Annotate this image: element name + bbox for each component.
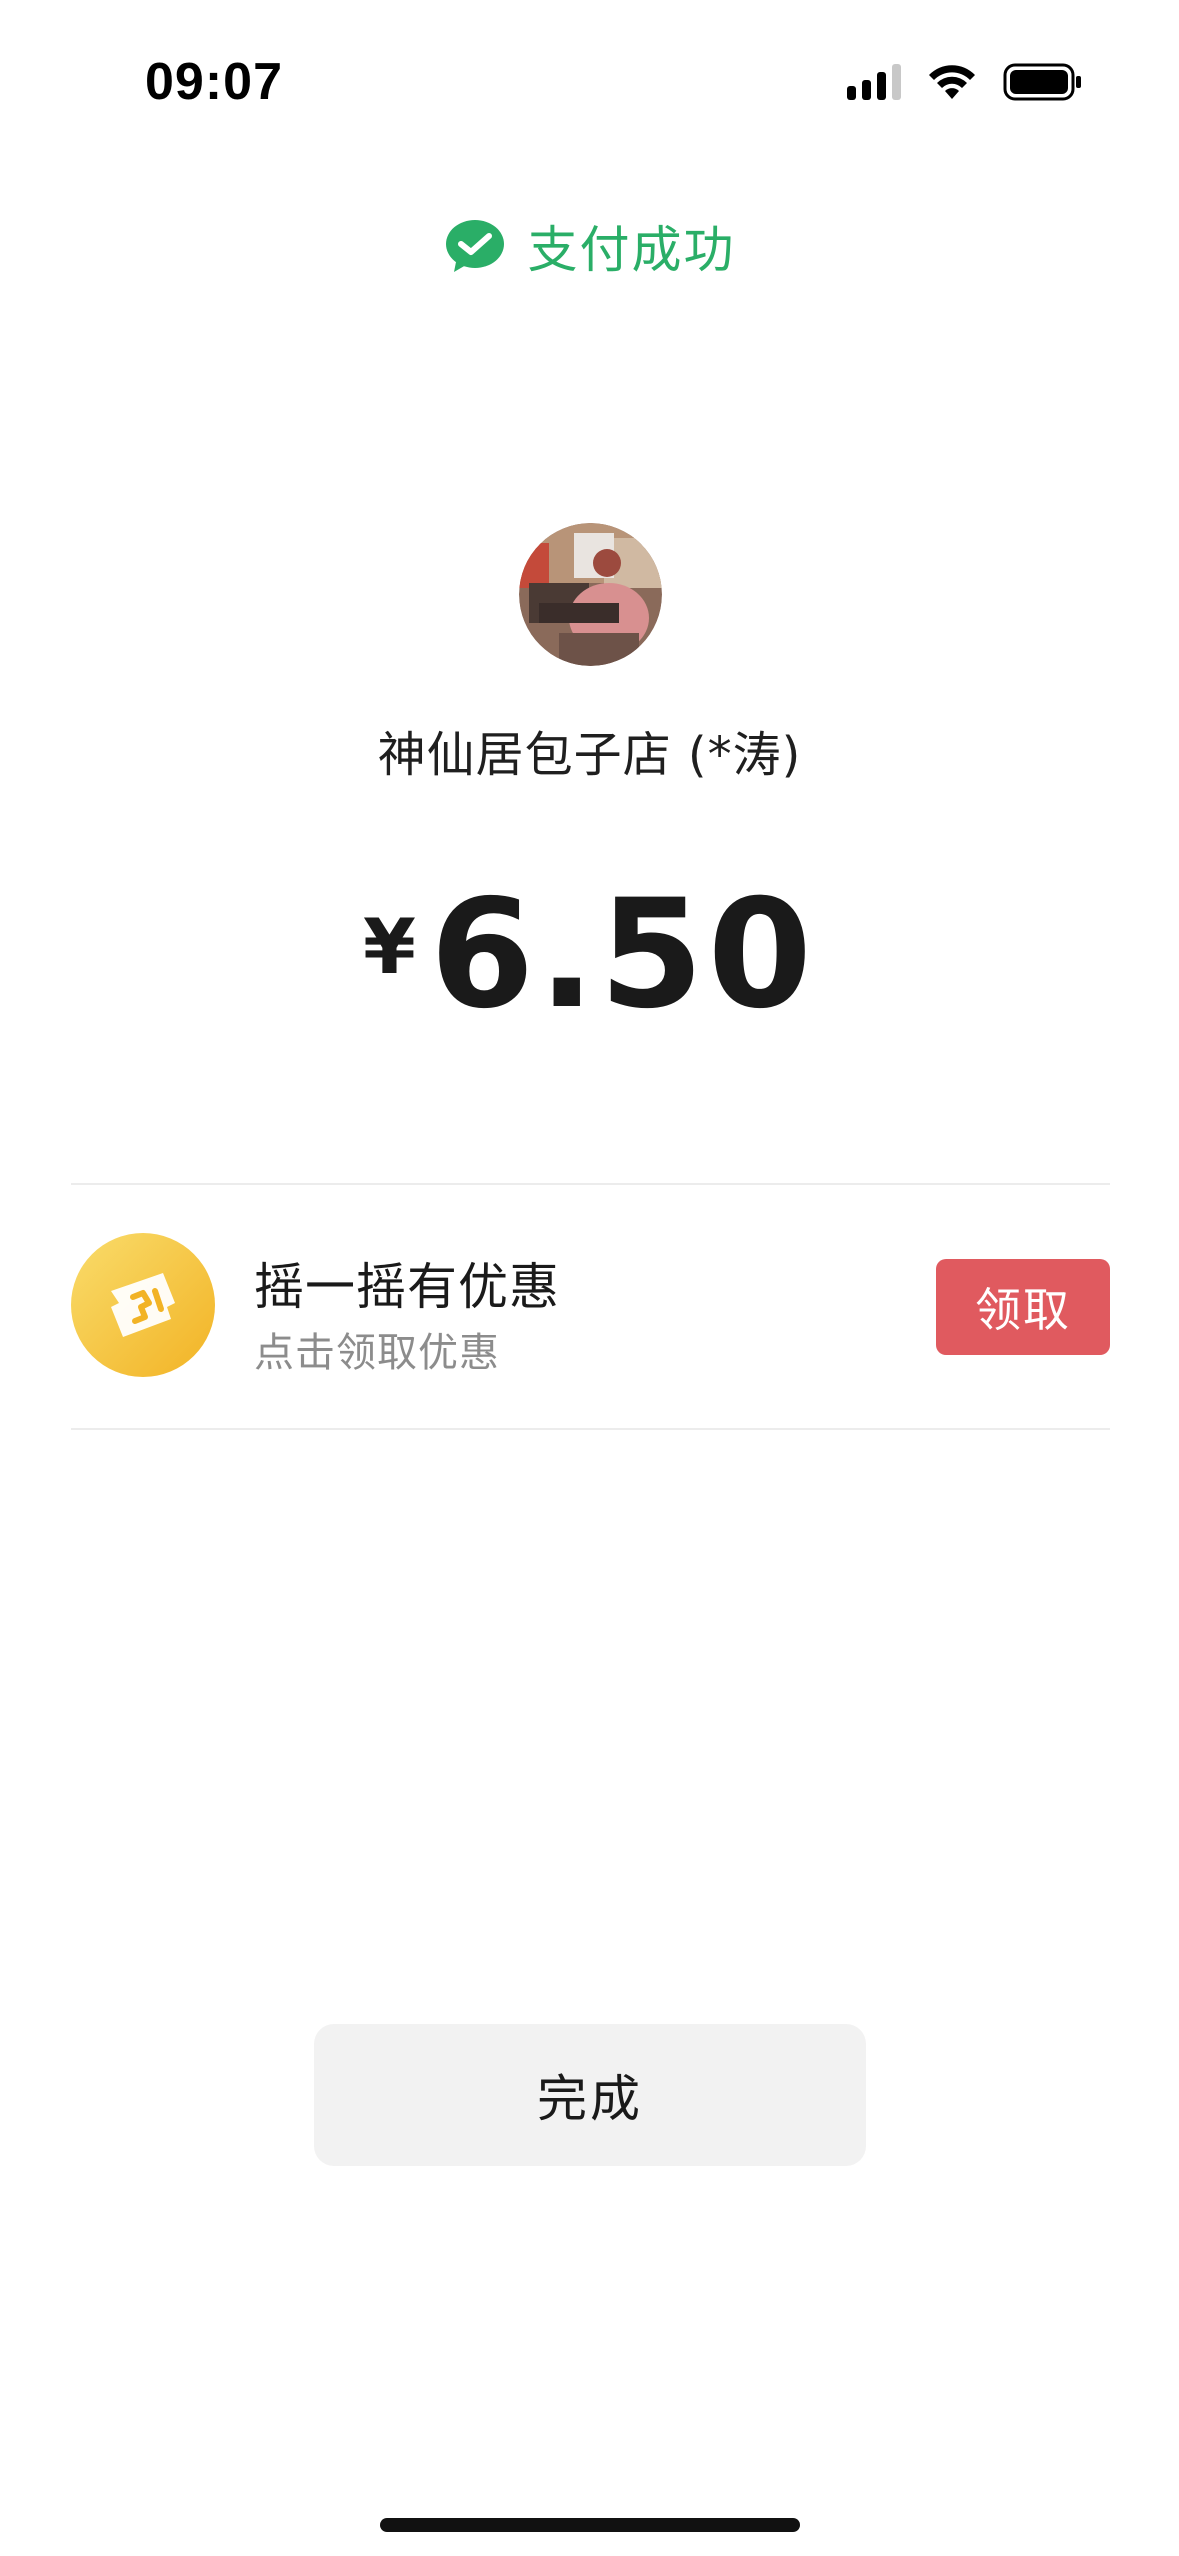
promo-card[interactable]: 摇一摇有优惠 点击领取优惠 领取 [71,1185,1110,1425]
promo-subtitle: 点击领取优惠 [254,1330,500,1376]
cellular-signal-icon [847,64,901,100]
status-icons [847,62,1083,102]
home-indicator[interactable] [380,2518,800,2532]
wifi-icon [929,65,975,99]
payment-amount: ¥ 6.50 [0,880,1179,1030]
coupon-badge-icon [71,1233,215,1377]
payment-success-header: 支付成功 [0,210,1179,282]
claim-button[interactable]: 领取 [936,1259,1110,1355]
status-time: 09:07 [145,53,283,111]
status-bar: 09:07 [0,0,1179,150]
wechat-check-icon [445,220,504,272]
battery-icon [1003,63,1081,101]
promo-title: 摇一摇有优惠 [254,1258,560,1316]
amount-value: 6.50 [429,868,816,1042]
divider-bottom [71,1428,1110,1430]
payment-success-title: 支付成功 [527,221,736,279]
merchant-name: 神仙居包子店 (*涛) [377,727,802,783]
merchant-avatar [519,523,662,666]
currency-symbol: ¥ [363,902,416,991]
done-button[interactable]: 完成 [314,2024,866,2166]
